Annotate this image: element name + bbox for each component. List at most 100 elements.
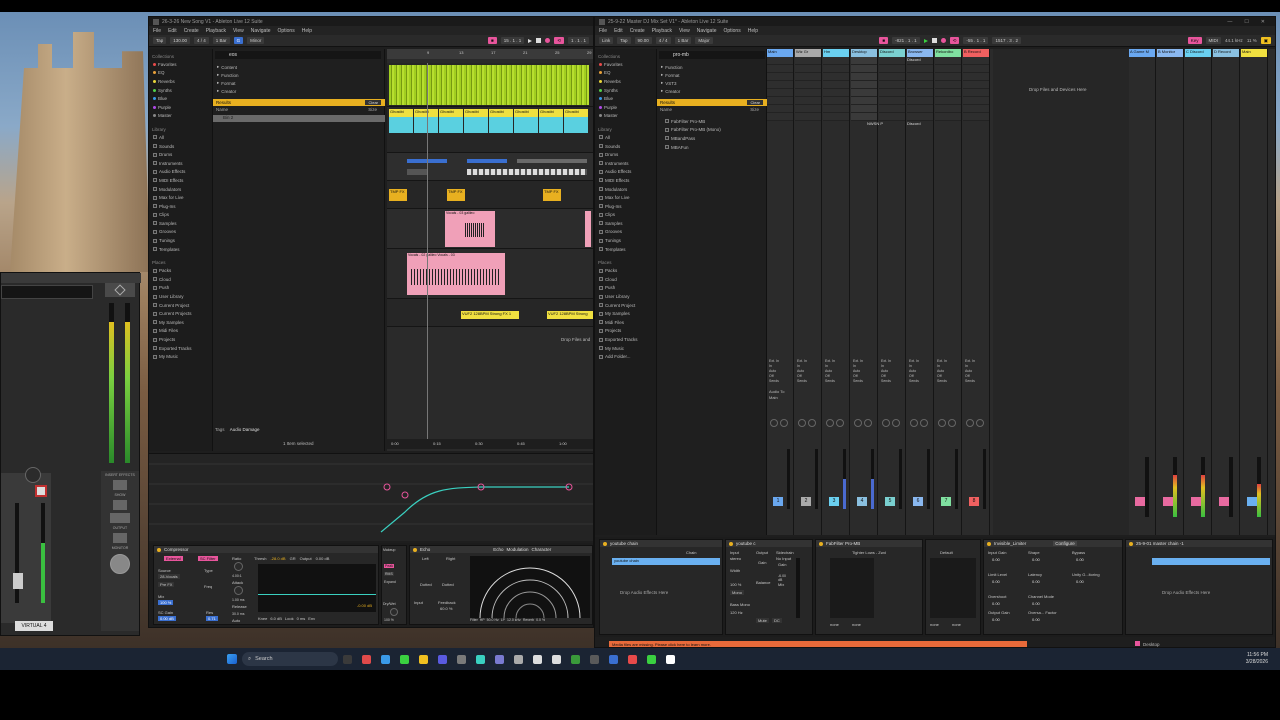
- sends-label[interactable]: Sends: [909, 379, 919, 384]
- clip-slot[interactable]: [879, 97, 905, 105]
- loop-button[interactable]: ⟲: [554, 37, 564, 44]
- right-tap-button[interactable]: Tap: [617, 37, 631, 44]
- tempo-field[interactable]: 130.00: [170, 37, 191, 44]
- ableton-window-right[interactable]: 25-9-22 Master DJ Mix Set V1* - Ableton …: [594, 16, 1276, 648]
- sends-label[interactable]: Sends: [797, 379, 807, 384]
- return-header[interactable]: B Monitor: [1157, 49, 1183, 57]
- mixer-track[interactable]: Discord Ext. In In Auto Off Sends 5: [879, 49, 906, 535]
- res-value[interactable]: 0.71: [206, 616, 218, 621]
- places-item[interactable]: Cloud: [595, 275, 656, 284]
- library-item[interactable]: Audio Effects: [595, 168, 656, 177]
- song-position-field[interactable]: 15 . 1 . 1: [500, 37, 525, 44]
- return-header[interactable]: Main: [1241, 49, 1267, 57]
- clip-slot[interactable]: [935, 81, 961, 89]
- lane-vuf[interactable]: VUF2 128BPM Strong FX 1 VUF2 128BPM Stro…: [387, 299, 593, 327]
- send-knob[interactable]: [770, 419, 778, 427]
- track-number-button[interactable]: 4: [857, 497, 867, 506]
- clip-slot[interactable]: [935, 73, 961, 81]
- name-column[interactable]: Name: [216, 107, 228, 112]
- places-item[interactable]: My Samples: [149, 318, 212, 327]
- invisible-limiter-device[interactable]: Invisible_Limiter Configure Input Gain 0.0…: [983, 539, 1123, 635]
- track-header[interactable]: Main: [767, 49, 793, 57]
- right-tempo-field[interactable]: 90.00: [634, 37, 652, 44]
- menu-item-5[interactable]: Navigate: [697, 28, 717, 34]
- compressor-header[interactable]: Compressor: [154, 546, 378, 553]
- mixer-track[interactable]: B Record Ext. In In Auto Off Sends 8: [963, 49, 990, 535]
- mixer-track[interactable]: Rekordbo Ext. In In Auto Off Sends 7: [935, 49, 962, 535]
- right-quantize-menu[interactable]: 1 Bar: [674, 37, 692, 44]
- collection-item[interactable]: Blue: [149, 94, 212, 103]
- echo-device[interactable]: Echo Echo Modulation Character Left Right D…: [409, 545, 593, 625]
- clip-slot[interactable]: [935, 57, 961, 65]
- library-item[interactable]: Templates: [595, 245, 656, 254]
- menu-item-4[interactable]: View: [233, 28, 244, 34]
- limiter-oversample-value[interactable]: 0.00: [1032, 617, 1040, 622]
- send-knob[interactable]: [836, 419, 844, 427]
- stop-icon[interactable]: [536, 38, 542, 43]
- places-item[interactable]: Current Project: [149, 301, 212, 310]
- clear-button[interactable]: Clear: [365, 100, 381, 105]
- clip-slot[interactable]: [851, 81, 877, 89]
- limiter-header[interactable]: Invisible_Limiter Configure: [984, 540, 1122, 547]
- send-knob[interactable]: [938, 419, 946, 427]
- status-warning-bar[interactable]: Media files are missing. Please click he…: [609, 641, 1027, 647]
- collection-item[interactable]: Favorites: [149, 60, 212, 69]
- menu-item-7[interactable]: Help: [748, 28, 758, 34]
- clip-slot[interactable]: [907, 81, 933, 89]
- taskbar-app-icon[interactable]: [419, 654, 428, 664]
- close-icon[interactable]: ✕: [1261, 19, 1265, 25]
- clip-slot[interactable]: [879, 65, 905, 73]
- taskbar-app-icon[interactable]: [533, 654, 542, 664]
- ghost-clip[interactable]: Ghostbi: [439, 109, 463, 117]
- link-button[interactable]: Link: [599, 37, 614, 44]
- clip-slot[interactable]: [879, 105, 905, 113]
- sends-label[interactable]: Sends: [769, 379, 779, 384]
- menu-item-0[interactable]: File: [599, 28, 607, 34]
- ghost-clip-body[interactable]: [539, 117, 563, 133]
- places-item[interactable]: My Samples: [595, 309, 656, 318]
- auto-label[interactable]: Auto: [232, 618, 240, 623]
- filter-row[interactable]: ▸ Format: [213, 79, 385, 87]
- echo-power-icon[interactable]: [413, 547, 417, 552]
- browser-search-input[interactable]: eos: [215, 51, 381, 59]
- clip-slot[interactable]: [963, 57, 989, 65]
- utility-width-value[interactable]: 100 %: [730, 582, 741, 587]
- clip-slot[interactable]: [963, 113, 989, 121]
- pro-mb-none-1[interactable]: none: [830, 622, 839, 627]
- library-item[interactable]: Tunings: [595, 236, 656, 245]
- library-item[interactable]: Tunings: [149, 236, 212, 245]
- default-none-2[interactable]: none: [952, 622, 961, 627]
- keys-clip-3[interactable]: [517, 159, 587, 163]
- clip-slot[interactable]: [907, 65, 933, 73]
- limiter-bypass-value[interactable]: 0.00: [1076, 557, 1084, 562]
- ghost-clip-body[interactable]: [514, 117, 538, 133]
- send-knob[interactable]: [920, 419, 928, 427]
- return-header[interactable]: C Discord: [1185, 49, 1211, 57]
- library-item[interactable]: All: [149, 133, 212, 142]
- right-record-icon[interactable]: [940, 38, 946, 43]
- clip-slot[interactable]: [935, 105, 961, 113]
- right-clear-button[interactable]: Clear: [747, 100, 763, 105]
- places-item[interactable]: Midi Files: [595, 318, 656, 327]
- clip-slot[interactable]: [851, 57, 877, 65]
- return-track[interactable]: Main: [1241, 49, 1268, 535]
- limiter-overshoot-value[interactable]: 0.00: [992, 601, 1000, 606]
- filter-row[interactable]: ▸ Format: [657, 71, 767, 79]
- external-toggle[interactable]: External: [164, 556, 183, 561]
- right-size-column[interactable]: Size: [750, 107, 759, 112]
- places-item[interactable]: Projects: [149, 335, 212, 344]
- clip-slot[interactable]: [879, 57, 905, 65]
- places-item[interactable]: Push: [595, 284, 656, 293]
- clip-slot[interactable]: [935, 97, 961, 105]
- limiter-latency-value[interactable]: 0.00: [1032, 579, 1040, 584]
- taskbar-app-icon[interactable]: [495, 654, 504, 664]
- key-map-button[interactable]: Key: [1187, 37, 1202, 44]
- clip-slot[interactable]: [907, 73, 933, 81]
- places-item[interactable]: Cloud: [149, 275, 212, 284]
- limiter-input-gain-value[interactable]: 0.00: [992, 557, 1000, 562]
- clip-slot[interactable]: [963, 89, 989, 97]
- clip-slot[interactable]: [795, 57, 821, 65]
- taskbar-app-icon[interactable]: [438, 654, 447, 664]
- clip-slot[interactable]: [823, 73, 849, 81]
- clip-slot[interactable]: [851, 97, 877, 105]
